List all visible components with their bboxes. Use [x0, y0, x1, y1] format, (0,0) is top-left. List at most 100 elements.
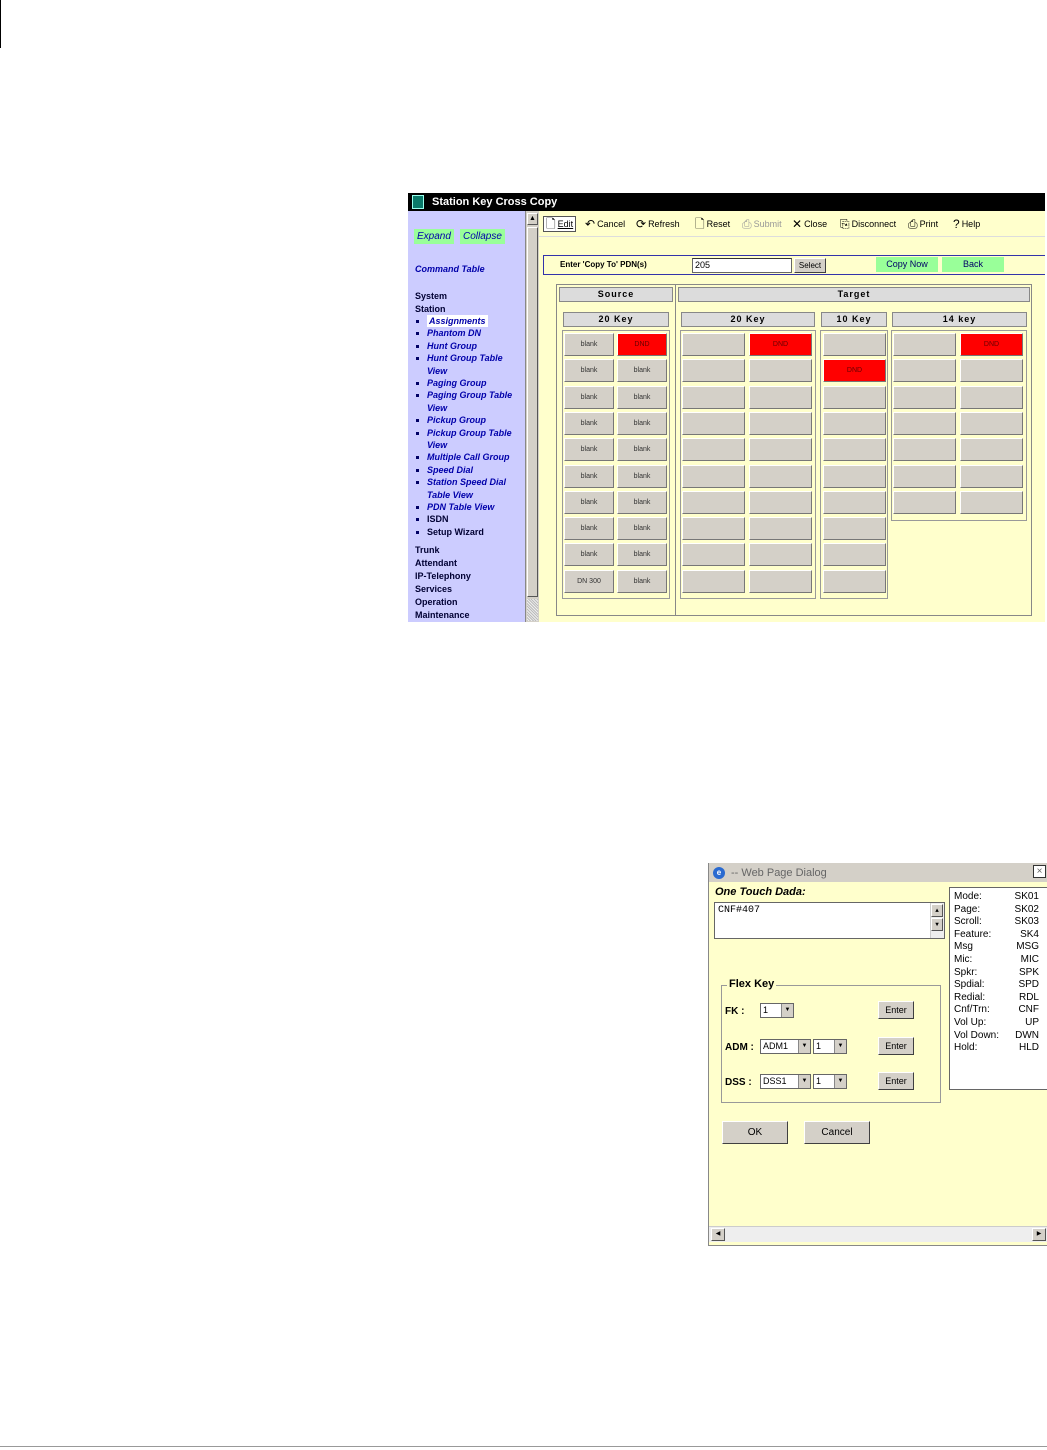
target-14key-key[interactable]: DND [960, 333, 1023, 356]
expand-button[interactable]: Expand [414, 229, 454, 244]
source-key[interactable]: blank [564, 411, 614, 435]
target-10key-key[interactable] [823, 438, 886, 462]
sidebar-item[interactable]: Speed Dial [427, 464, 473, 476]
sidebar-item[interactable]: View [427, 365, 447, 377]
source-key[interactable]: blank [617, 543, 667, 567]
print-button[interactable]: ⎙ Print [908, 216, 938, 232]
copy-to-pdn-input[interactable]: 205 [692, 258, 792, 273]
target-10key-key[interactable] [823, 333, 886, 356]
nav-services[interactable]: Services [415, 584, 452, 594]
sidebar-item[interactable]: Hunt Group Table [427, 352, 503, 364]
target-10key-key[interactable] [823, 464, 886, 488]
source-key[interactable]: blank [564, 464, 614, 488]
scroll-up-icon[interactable]: ▲ [931, 904, 943, 917]
target-14key-key[interactable] [893, 490, 956, 514]
target-20key-key[interactable]: DND [749, 333, 812, 356]
sidebar-item[interactable]: View [427, 439, 447, 451]
scrollbar-thumb[interactable] [527, 227, 538, 597]
select-button[interactable]: Select [794, 258, 826, 273]
target-20key-key[interactable] [682, 438, 745, 462]
source-key[interactable]: DN 300 [564, 569, 614, 593]
target-20key-key[interactable] [749, 411, 812, 435]
nav-maintenance[interactable]: Maintenance [415, 610, 470, 620]
source-key[interactable]: DND [617, 333, 667, 356]
sidebar-item[interactable]: Table View [427, 489, 473, 501]
source-key[interactable]: blank [564, 490, 614, 514]
target-20key-key[interactable] [682, 411, 745, 435]
source-key[interactable]: blank [617, 359, 667, 383]
sidebar-item[interactable]: PDN Table View [427, 501, 494, 513]
source-key[interactable]: blank [617, 438, 667, 462]
target-14key-key[interactable] [893, 333, 956, 356]
fk-select[interactable]: 1 ▼ [760, 1003, 794, 1018]
sidebar-item[interactable]: Multiple Call Group [427, 451, 510, 463]
sidebar-item[interactable]: Pickup Group [427, 414, 486, 426]
target-20key-key[interactable] [682, 333, 745, 356]
target-20key-key[interactable] [749, 569, 812, 593]
edit-button[interactable]: 🗋 Edit [543, 216, 577, 232]
source-key[interactable]: blank [617, 464, 667, 488]
scroll-right-icon[interactable]: ▶ [1032, 1228, 1046, 1241]
textarea-scrollbar[interactable]: ▲ ▼ [930, 903, 944, 938]
sidebar-item[interactable]: ISDN [427, 513, 449, 525]
ok-button[interactable]: OK [722, 1121, 788, 1144]
target-10key-key[interactable] [823, 385, 886, 409]
nav-ip-telephony[interactable]: IP-Telephony [415, 571, 471, 581]
copy-now-button[interactable]: Copy Now [876, 257, 938, 272]
source-key[interactable]: blank [617, 385, 667, 409]
target-10key-key[interactable] [823, 411, 886, 435]
sidebar-item[interactable]: View [427, 402, 447, 414]
source-key[interactable]: blank [564, 385, 614, 409]
chevron-down-icon[interactable]: ▼ [834, 1040, 846, 1053]
back-button[interactable]: Back [942, 257, 1004, 272]
sidebar-item[interactable]: Phantom DN [427, 327, 481, 339]
fk-enter-button[interactable]: Enter [878, 1001, 914, 1019]
target-10key-key[interactable] [823, 569, 886, 593]
target-20key-key[interactable] [682, 385, 745, 409]
chevron-down-icon[interactable]: ▼ [798, 1040, 810, 1053]
sidebar-item[interactable]: Hunt Group [427, 340, 477, 352]
adm-enter-button[interactable]: Enter [878, 1037, 914, 1055]
target-20key-key[interactable] [682, 359, 745, 383]
help-button[interactable]: ? Help [953, 216, 980, 232]
source-key[interactable]: blank [617, 490, 667, 514]
sidebar-item[interactable]: Paging Group Table [427, 389, 512, 401]
target-20key-key[interactable] [749, 438, 812, 462]
target-10key-key[interactable]: DND [823, 359, 886, 383]
target-20key-key[interactable] [749, 359, 812, 383]
target-14key-key[interactable] [893, 411, 956, 435]
cancel-button[interactable]: ↶ Cancel [585, 216, 625, 232]
nav-trunk[interactable]: Trunk [415, 545, 440, 555]
nav-system[interactable]: System [415, 291, 447, 301]
source-key[interactable]: blank [564, 543, 614, 567]
adm-number-select[interactable]: 1 ▼ [813, 1039, 847, 1054]
target-20key-key[interactable] [749, 490, 812, 514]
sidebar-item[interactable]: Setup Wizard [427, 526, 484, 538]
target-20key-key[interactable] [682, 490, 745, 514]
dialog-horizontal-scrollbar[interactable]: ◀ ▶ [709, 1226, 1047, 1242]
source-key[interactable]: blank [617, 517, 667, 541]
target-20key-key[interactable] [682, 569, 745, 593]
target-14key-key[interactable] [960, 438, 1023, 462]
scroll-left-icon[interactable]: ◀ [711, 1228, 725, 1241]
nav-operation[interactable]: Operation [415, 597, 458, 607]
target-14key-key[interactable] [893, 438, 956, 462]
target-20key-key[interactable] [749, 517, 812, 541]
target-14key-key[interactable] [960, 464, 1023, 488]
target-20key-key[interactable] [682, 543, 745, 567]
sidebar-item[interactable]: Assignments [427, 315, 488, 327]
scroll-up-icon[interactable]: ▲ [527, 213, 538, 225]
collapse-button[interactable]: Collapse [460, 229, 505, 244]
one-touch-textarea[interactable]: CNF#407 ▲ ▼ [714, 902, 945, 939]
scrollbar-track[interactable] [527, 599, 538, 621]
source-key[interactable]: blank [617, 411, 667, 435]
dss-number-select[interactable]: 1 ▼ [813, 1074, 847, 1089]
chevron-down-icon[interactable]: ▼ [781, 1004, 793, 1017]
source-key[interactable]: blank [564, 359, 614, 383]
command-table-link[interactable]: Command Table [415, 264, 485, 274]
target-14key-key[interactable] [893, 464, 956, 488]
target-14key-key[interactable] [893, 385, 956, 409]
sidebar-item[interactable]: Station Speed Dial [427, 476, 506, 488]
adm-select[interactable]: ADM1 ▼ [760, 1039, 811, 1054]
target-10key-key[interactable] [823, 543, 886, 567]
